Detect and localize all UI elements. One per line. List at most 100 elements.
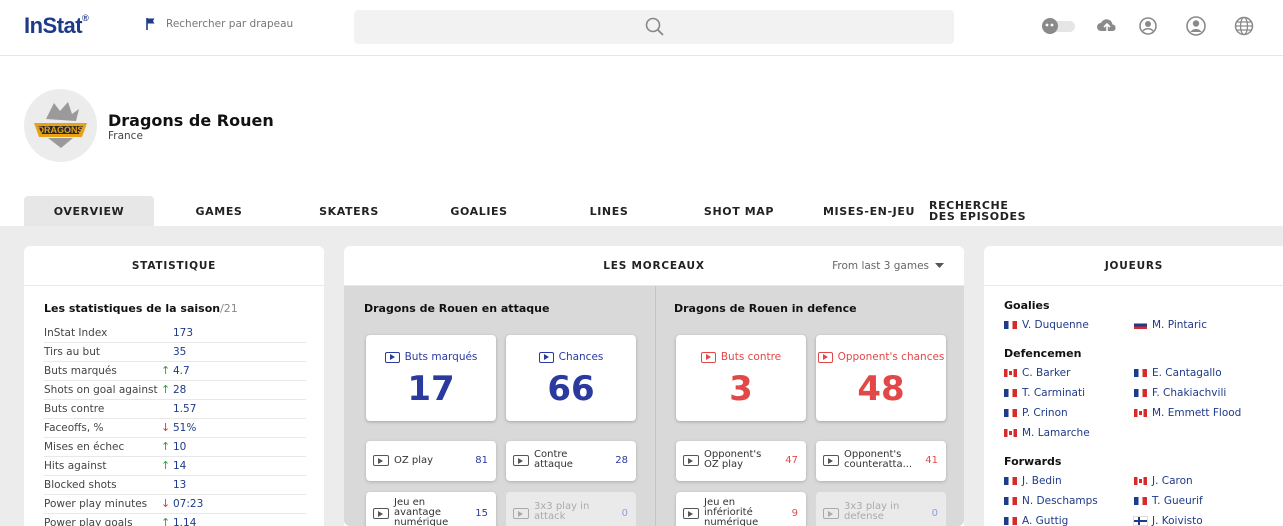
chances-tile[interactable]: Chances 66 bbox=[506, 335, 636, 421]
support-icon[interactable] bbox=[1137, 15, 1159, 37]
season-stats-title: Les statistiques de la saison/21 bbox=[44, 302, 238, 315]
morceaux-divider bbox=[655, 286, 656, 526]
tab-games[interactable]: GAMES bbox=[154, 196, 284, 226]
statistics-card: STATISTIQUE Les statistiques de la saiso… bbox=[24, 246, 324, 526]
stat-value: 13 bbox=[173, 479, 187, 491]
tab-bar: OVERVIEW GAMES SKATERS GOALIES LINES SHO… bbox=[24, 196, 1283, 226]
play-icon bbox=[683, 508, 699, 519]
player-link[interactable]: T. Carminati bbox=[1004, 387, 1085, 399]
tab-mises-en-jeu[interactable]: MISES-EN-JEU bbox=[804, 196, 934, 226]
player-name: J. Koivisto bbox=[1152, 515, 1203, 526]
play-icon bbox=[700, 351, 716, 363]
3x3-attack-tile[interactable]: 3x3 play in attack 0 bbox=[506, 492, 636, 526]
player-link[interactable]: V. Duquenne bbox=[1004, 319, 1089, 331]
flag-fr-icon bbox=[1134, 389, 1147, 397]
player-link[interactable]: C. Barker bbox=[1004, 367, 1070, 379]
user-profile-icon[interactable] bbox=[1185, 15, 1207, 37]
tab-shot-map[interactable]: SHOT MAP bbox=[674, 196, 804, 226]
goals-against-tile[interactable]: Buts contre 3 bbox=[676, 335, 806, 421]
flag-fr-icon bbox=[1134, 369, 1147, 377]
trend-up-icon: ↑ bbox=[161, 440, 171, 453]
stat-label: Mises en échec bbox=[44, 441, 125, 453]
player-link[interactable]: M. Emmett Flood bbox=[1134, 407, 1241, 419]
tab-overview[interactable]: OVERVIEW bbox=[24, 196, 154, 226]
morceaux-card: LES MORCEAUX From last 3 games Dragons d… bbox=[344, 246, 964, 526]
tab-recherche-des-episodes[interactable]: RECHERCHE DES EPISODES bbox=[929, 196, 1039, 226]
tab-skaters[interactable]: SKATERS bbox=[284, 196, 414, 226]
flag-si-icon bbox=[1134, 321, 1147, 329]
stat-value: 10 bbox=[173, 441, 187, 453]
player-name: J. Bedin bbox=[1022, 475, 1062, 487]
trend-down-icon: ↓ bbox=[161, 497, 171, 510]
stat-value: 4.7 bbox=[173, 365, 190, 377]
player-link[interactable]: J. Bedin bbox=[1004, 475, 1062, 487]
stat-value: 28 bbox=[173, 384, 187, 396]
period-filter-dropdown[interactable]: From last 3 games bbox=[832, 260, 944, 272]
defencemen-heading: Defencemen bbox=[1004, 347, 1082, 360]
player-link[interactable]: T. Gueurif bbox=[1134, 495, 1203, 507]
tab-goalies[interactable]: GOALIES bbox=[414, 196, 544, 226]
team-logo: DRAGONS bbox=[24, 89, 97, 162]
player-link[interactable]: P. Crinon bbox=[1004, 407, 1068, 419]
power-play-tile[interactable]: Jeu en avantage numérique 15 bbox=[366, 492, 496, 526]
player-link[interactable]: M. Pintaric bbox=[1134, 319, 1207, 331]
play-icon bbox=[384, 351, 400, 363]
stat-value: 14 bbox=[173, 460, 187, 472]
trend-up-icon: ↑ bbox=[161, 459, 171, 472]
period-filter-label: From last 3 games bbox=[832, 260, 929, 272]
flag-fr-icon bbox=[1004, 409, 1017, 417]
search-icon bbox=[645, 17, 664, 36]
player-link[interactable]: A. Guttig bbox=[1004, 515, 1068, 526]
flag-ca-icon bbox=[1134, 409, 1147, 417]
trend-up-icon: ↑ bbox=[161, 516, 171, 526]
opponent-counterattack-tile[interactable]: Opponent's counteratta... 41 bbox=[816, 441, 946, 481]
flag-fr-icon bbox=[1004, 477, 1017, 485]
flag-search[interactable]: Rechercher par drapeau bbox=[145, 17, 293, 30]
player-link[interactable]: M. Lamarche bbox=[1004, 427, 1090, 439]
stat-row: Mises en échec ↑ 10 bbox=[44, 438, 306, 457]
stat-row: Faceoffs, % ↓ 51% bbox=[44, 419, 306, 438]
tab-lines[interactable]: LINES bbox=[544, 196, 674, 226]
stat-label: Buts marqués bbox=[44, 365, 117, 377]
attack-section-title: Dragons de Rouen en attaque bbox=[364, 302, 550, 315]
play-icon bbox=[817, 351, 833, 363]
stat-row: Tirs au but 35 bbox=[44, 343, 306, 362]
players-card: JOUEURS Goalies Defencemen Forwards V. D… bbox=[984, 246, 1283, 526]
language-globe-icon[interactable] bbox=[1233, 15, 1255, 37]
stat-row: Hits against ↑ 14 bbox=[44, 457, 306, 476]
play-icon bbox=[823, 508, 839, 519]
defence-section-title: Dragons de Rouen in defence bbox=[674, 302, 857, 315]
player-link[interactable]: N. Deschamps bbox=[1004, 495, 1098, 507]
opponent-chances-tile[interactable]: Opponent's chances 48 bbox=[816, 335, 946, 421]
flag-ca-icon bbox=[1004, 429, 1017, 437]
oz-play-tile[interactable]: OZ play 81 bbox=[366, 441, 496, 481]
robot-toggle-icon bbox=[1042, 18, 1075, 34]
player-link[interactable]: J. Caron bbox=[1134, 475, 1193, 487]
player-link[interactable]: E. Cantagallo bbox=[1134, 367, 1222, 379]
play-icon bbox=[823, 455, 839, 466]
player-name: F. Chakiachvili bbox=[1152, 387, 1227, 399]
flag-fr-icon bbox=[1004, 389, 1017, 397]
flag-fr-icon bbox=[1004, 321, 1017, 329]
stat-row: Buts marqués ↑ 4.7 bbox=[44, 362, 306, 381]
search-input[interactable] bbox=[354, 10, 954, 44]
stat-value: 1.57 bbox=[173, 403, 197, 415]
3x3-defense-tile[interactable]: 3x3 play in defense 0 bbox=[816, 492, 946, 526]
instat-logo[interactable]: InStat® bbox=[24, 13, 89, 39]
penalty-kill-tile[interactable]: Jeu en infériorité numérique 9 bbox=[676, 492, 806, 526]
stat-label: Shots on goal against bbox=[44, 384, 158, 396]
flag-ca-icon bbox=[1134, 477, 1147, 485]
goals-scored-tile[interactable]: Buts marqués 17 bbox=[366, 335, 496, 421]
stat-label: Hits against bbox=[44, 460, 107, 472]
top-icons bbox=[1040, 15, 1270, 39]
chevron-down-icon bbox=[935, 263, 944, 268]
player-link[interactable]: J. Koivisto bbox=[1133, 515, 1203, 526]
theme-toggle[interactable] bbox=[1040, 15, 1076, 37]
cloud-upload-icon[interactable] bbox=[1096, 15, 1118, 37]
svg-text:DRAGONS: DRAGONS bbox=[37, 125, 83, 135]
flag-icon bbox=[146, 18, 155, 30]
opponent-oz-play-tile[interactable]: Opponent's OZ play 47 bbox=[676, 441, 806, 481]
counter-attack-tile[interactable]: Contre attaque 28 bbox=[506, 441, 636, 481]
player-link[interactable]: F. Chakiachvili bbox=[1134, 387, 1226, 399]
flag-fr-icon bbox=[1004, 497, 1017, 505]
